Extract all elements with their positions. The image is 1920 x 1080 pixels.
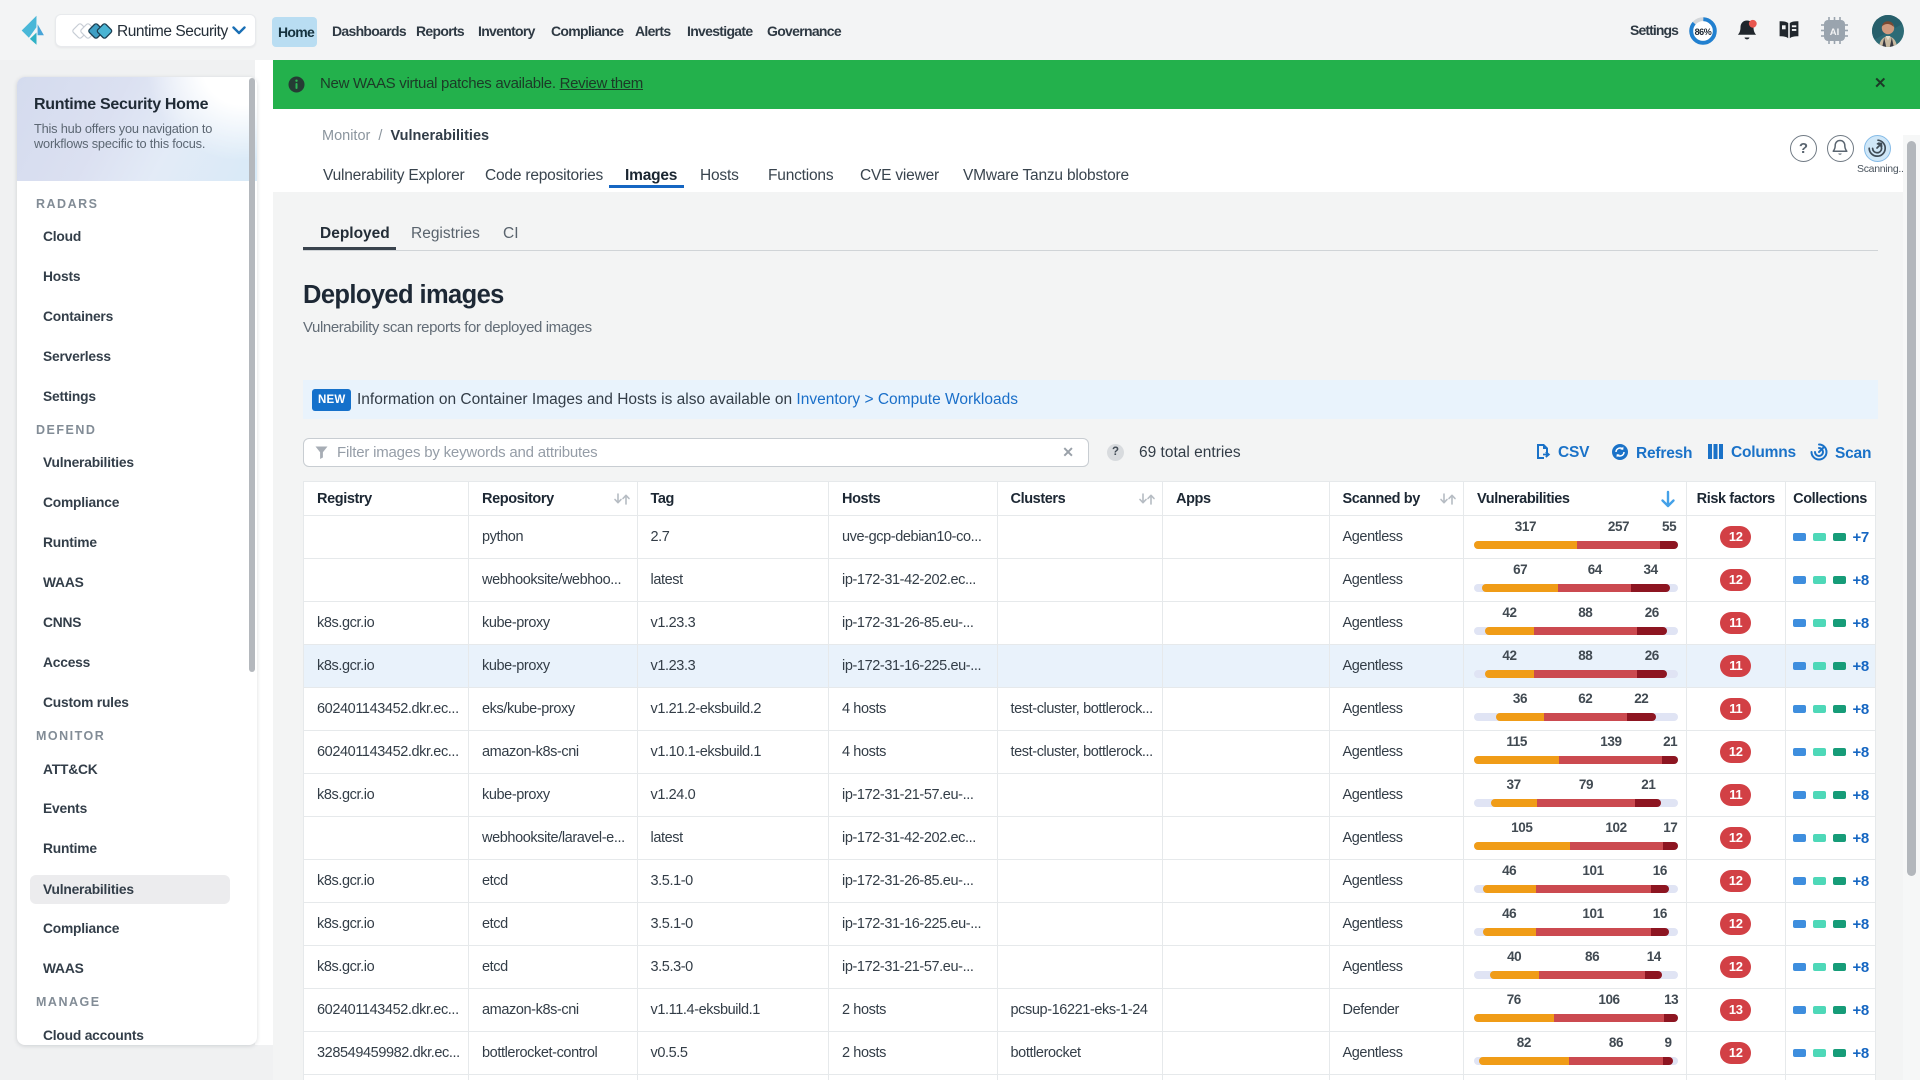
svg-text:AI: AI	[1830, 27, 1840, 38]
